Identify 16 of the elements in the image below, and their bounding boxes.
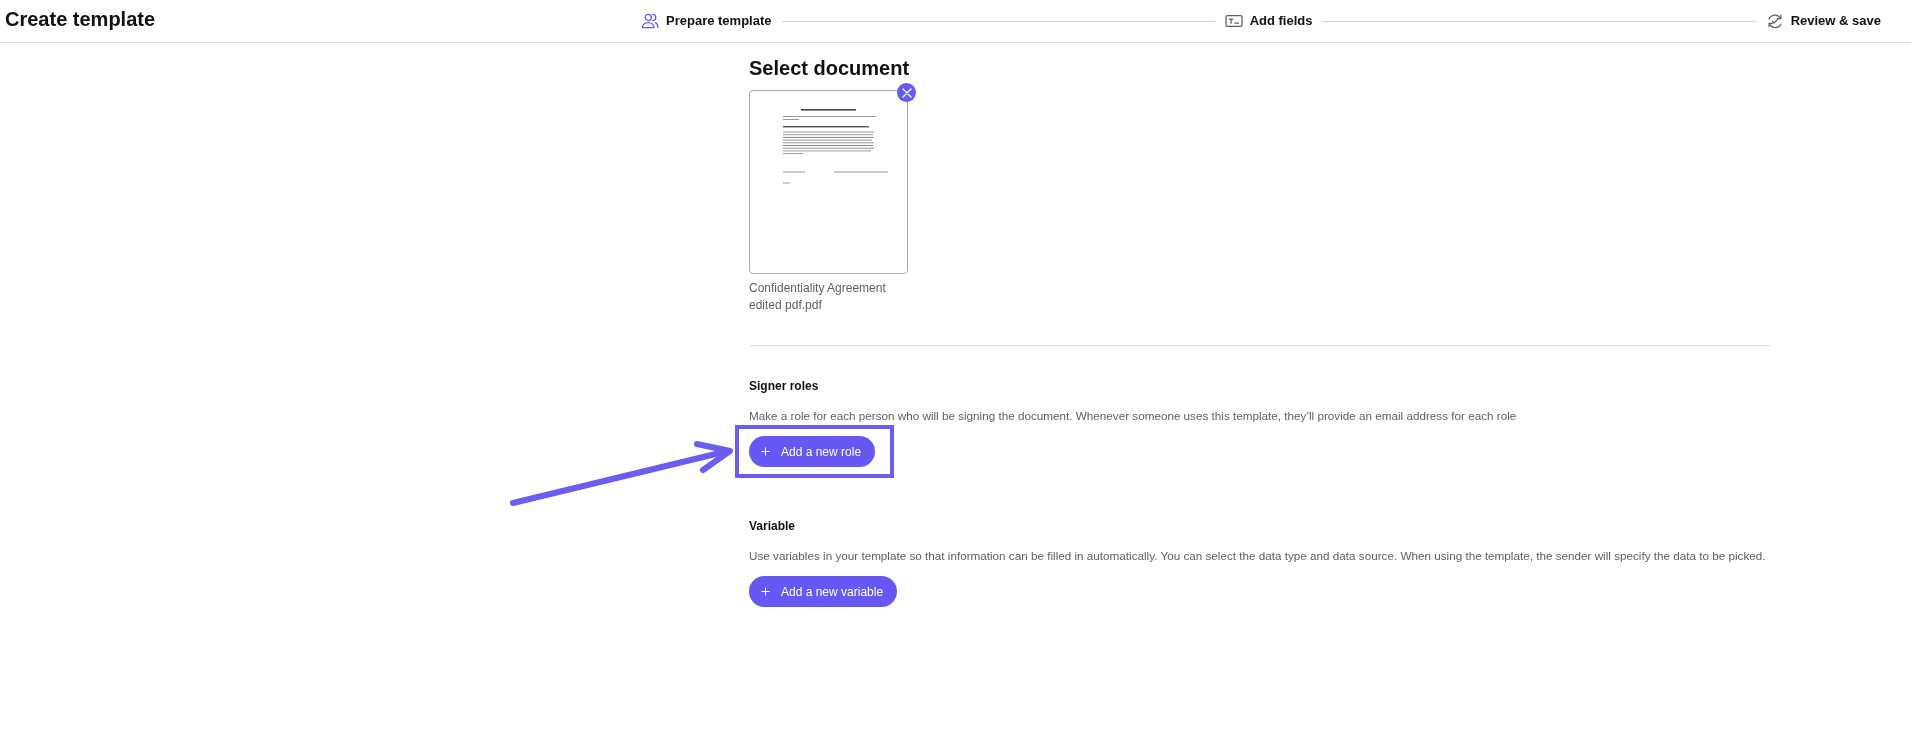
remove-document-button[interactable] xyxy=(897,83,916,102)
section-description: Make a role for each person who will be signing the document. Whenever someone uses this template, they’ll provide an email address for each role xyxy=(749,408,1518,424)
page-title: Create template xyxy=(5,7,156,31)
step-label[interactable]: Review & save xyxy=(1790,13,1881,29)
plus-icon xyxy=(761,587,770,596)
close-icon xyxy=(901,87,912,98)
add-button[interactable]: Add a new role xyxy=(749,436,876,467)
file-name: Confidentiality Agreement edited pdf.pdf xyxy=(749,280,887,314)
section-heading: Select document xyxy=(749,56,911,80)
section-label: Signer roles xyxy=(749,378,820,394)
section-description: Use variables in your template so that information can be filled in automatically. You can select the data type and data source. When using the template, the sender will specify the data to be picked. xyxy=(749,548,1767,564)
step-label[interactable]: Add fields xyxy=(1249,13,1313,29)
step-label[interactable]: Prepare template xyxy=(666,13,772,29)
plus-icon xyxy=(761,447,770,456)
add-button[interactable]: Add a new variable xyxy=(749,576,898,607)
section-label: Variable xyxy=(749,518,797,534)
